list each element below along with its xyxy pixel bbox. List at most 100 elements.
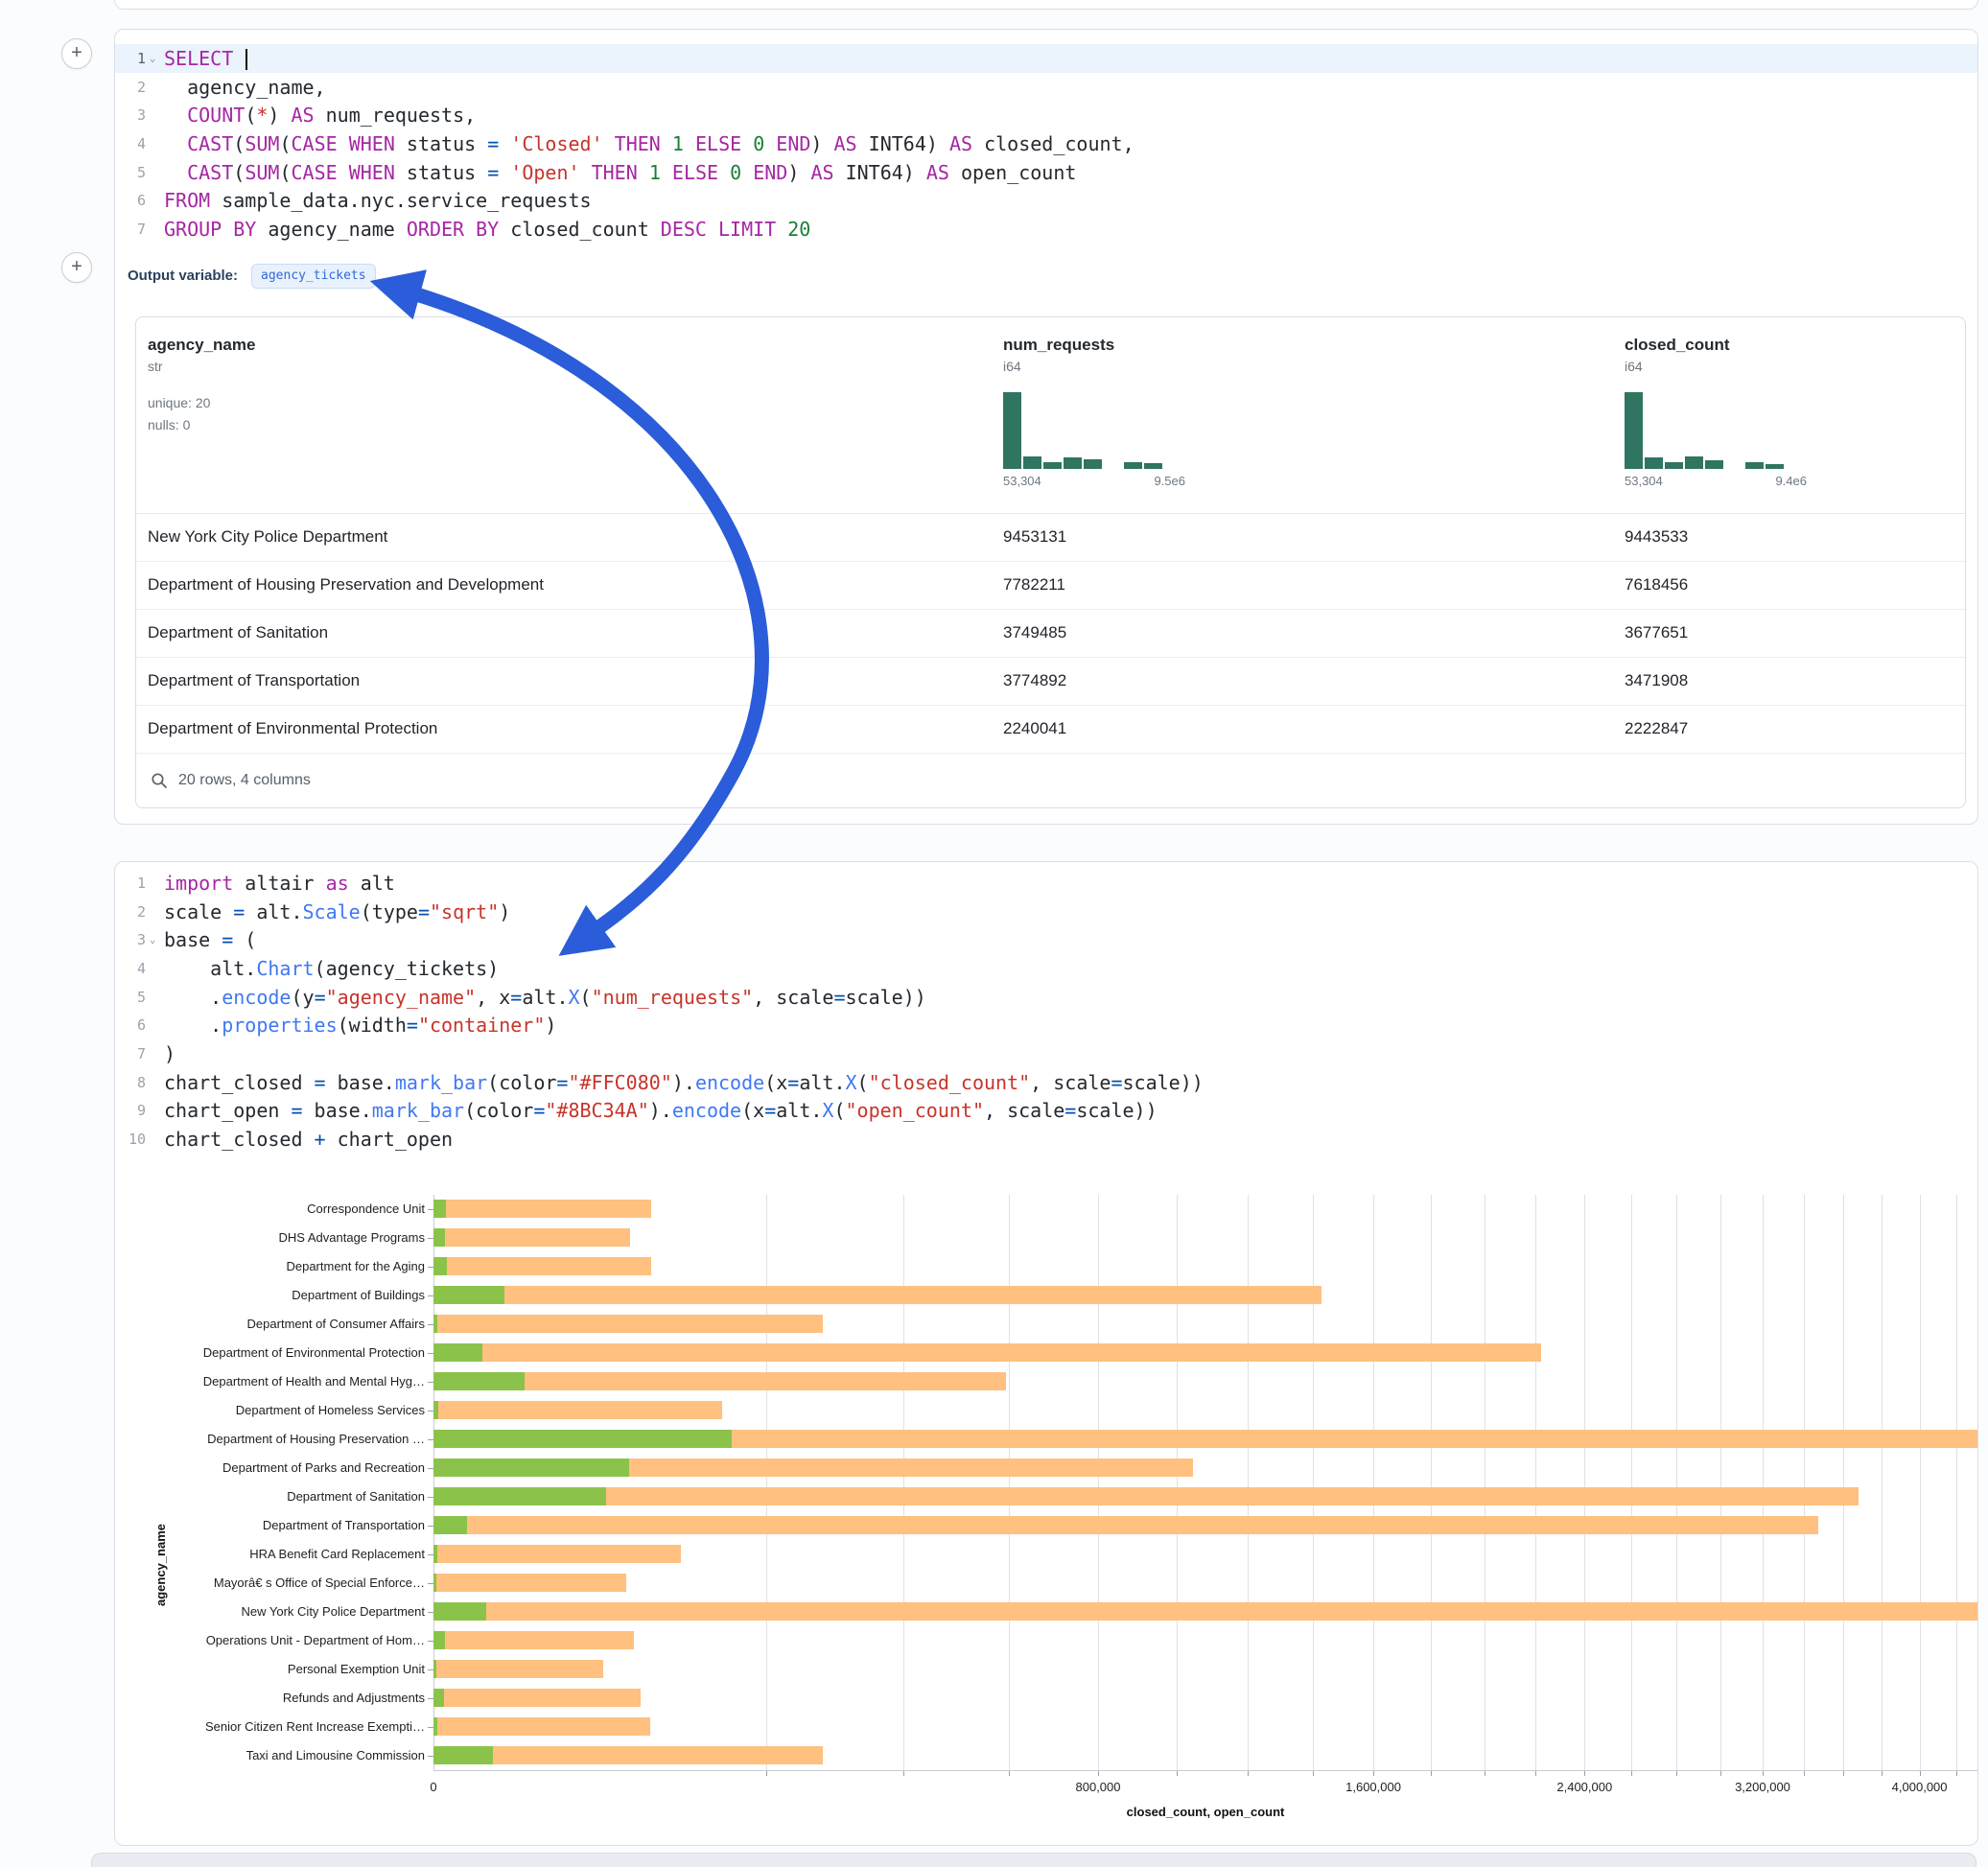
next-cell-edge[interactable] (91, 1853, 1976, 1867)
line-number: 10 (115, 1131, 146, 1148)
code-token: encode (222, 986, 291, 1009)
gridline (1882, 1195, 1883, 1770)
code-line[interactable]: 1⌄SELECT (115, 44, 1977, 73)
bar-open (433, 1602, 486, 1621)
text-caret (246, 49, 247, 70)
add-cell-button-top[interactable]: + (61, 38, 92, 69)
histogram-bar (1705, 460, 1723, 469)
gridline (1009, 1195, 1010, 1770)
column-type: i64 (1625, 358, 1965, 375)
code-token: Scale (303, 900, 361, 923)
line-number-gutter: 9 (115, 1102, 159, 1119)
table-cell: 3471908 (1625, 671, 1965, 690)
histogram-min-label: 53,304 (1003, 473, 1041, 490)
code-token: 1 (672, 132, 684, 155)
previous-cell-edge (114, 0, 1978, 10)
code-token: "num_requests" (592, 986, 754, 1009)
column-type: str (148, 358, 1003, 375)
code-text: COUNT(*) AS num_requests, (159, 104, 476, 127)
code-line[interactable]: 5 .encode(y="agency_name", x=alt.X("num_… (115, 983, 1977, 1012)
gridline (1098, 1195, 1099, 1770)
fold-chevron-icon[interactable]: ⌄ (146, 933, 159, 946)
code-token: = (787, 1071, 799, 1094)
code-line[interactable]: 8chart_closed = base.mark_bar(color="#FF… (115, 1068, 1977, 1097)
bar-closed (433, 1574, 626, 1592)
code-token: "#8BC34A" (545, 1099, 648, 1122)
table-cell: 3677651 (1625, 623, 1965, 642)
code-line[interactable]: 6 .properties(width="container") (115, 1011, 1977, 1039)
code-token: altair (233, 872, 325, 895)
column-header-closed_count[interactable]: closed_counti6453,3049.4e6 (1625, 335, 1965, 490)
code-token (776, 218, 787, 241)
code-line[interactable]: 3 COUNT(*) AS num_requests, (115, 101, 1977, 129)
column-type: i64 (1003, 358, 1625, 375)
code-line[interactable]: 1import altair as alt (115, 869, 1977, 898)
code-token: INT64) (834, 161, 926, 184)
y-axis-label: Operations Unit - Department of Hom… (118, 1633, 425, 1648)
y-axis-label: Mayorâ€ s Office of Special Enforce… (118, 1575, 425, 1591)
table-row[interactable]: Department of Housing Preservation and D… (136, 562, 1965, 610)
python-editor[interactable]: 1import altair as alt 2 scale = alt.Scale(… (115, 862, 1977, 1161)
code-token: 20 (787, 218, 810, 241)
code-token (707, 218, 718, 241)
code-token: X (569, 986, 580, 1009)
table-cell: Department of Environmental Protection (136, 719, 1003, 738)
code-token: , scale (1030, 1071, 1111, 1094)
x-axis-label: 2,400,000 (1527, 1780, 1642, 1794)
code-token: WHEN (349, 132, 395, 155)
histogram-bar (1124, 462, 1142, 469)
y-axis-tick (428, 1267, 433, 1268)
line-number-gutter: 7 (115, 1045, 159, 1062)
code-token (684, 132, 695, 155)
code-line[interactable]: 6FROM sample_data.nyc.service_requests (115, 186, 1977, 215)
code-line[interactable]: 4 alt.Chart(agency_tickets) (115, 954, 1977, 983)
code-token: 'Open' (510, 161, 579, 184)
column-header-num_requests[interactable]: num_requestsi6453,3049.5e6 (1003, 335, 1625, 490)
code-token: scale)) (846, 986, 926, 1009)
code-line[interactable]: 4 CAST(SUM(CASE WHEN status = 'Closed' T… (115, 129, 1977, 158)
code-text: scale = alt.Scale(type="sqrt") (159, 900, 510, 923)
y-axis-tick (428, 1382, 433, 1383)
code-line[interactable]: 7) (115, 1039, 1977, 1068)
histogram-bar (1144, 463, 1162, 469)
code-line[interactable]: 9chart_open = base.mark_bar(color="#8BC3… (115, 1097, 1977, 1126)
code-token (741, 161, 753, 184)
table-row[interactable]: Department of Sanitation37494853677651 (136, 610, 1965, 658)
code-line[interactable]: 10chart_closed + chart_open (115, 1125, 1977, 1154)
y-axis-tick (428, 1583, 433, 1584)
output-variable-chip[interactable]: agency_tickets (251, 264, 376, 289)
code-line[interactable]: 3⌄base = ( (115, 925, 1977, 954)
search-icon[interactable] (150, 771, 169, 790)
y-axis-label: HRA Benefit Card Replacement (118, 1547, 425, 1562)
code-token: ) (268, 104, 279, 127)
code-token: agency_name (256, 218, 407, 241)
code-token: = (222, 928, 233, 951)
table-row[interactable]: New York City Police Department945313194… (136, 514, 1965, 562)
y-axis-tick (428, 1468, 433, 1469)
code-token: ( (279, 132, 291, 155)
y-axis-tick (428, 1497, 433, 1498)
code-token: base. (303, 1099, 372, 1122)
code-line[interactable]: 2 agency_name, (115, 73, 1977, 102)
bar-closed (433, 1257, 651, 1275)
sql-editor[interactable]: 1⌄SELECT 2 agency_name,3 COUNT(*) AS num… (115, 30, 1977, 249)
code-token: (x (764, 1071, 787, 1094)
histogram-axis-labels: 53,3049.5e6 (1003, 473, 1185, 490)
add-cell-button-output[interactable]: + (61, 252, 92, 283)
code-token: "container" (418, 1014, 545, 1037)
code-token: LIMIT (718, 218, 776, 241)
y-axis-label: Department of Parks and Recreation (118, 1460, 425, 1476)
code-line[interactable]: 2 scale = alt.Scale(type="sqrt") (115, 898, 1977, 926)
table-row[interactable]: Department of Transportation377489234719… (136, 658, 1965, 706)
column-header-agency_name[interactable]: agency_namestrunique: 20nulls: 0 (136, 335, 1003, 490)
code-line[interactable]: 5 CAST(SUM(CASE WHEN status = 'Open' THE… (115, 158, 1977, 187)
code-token: = (1064, 1099, 1076, 1122)
code-line[interactable]: 7GROUP BY agency_name ORDER BY closed_co… (115, 215, 1977, 244)
fold-chevron-icon[interactable]: ⌄ (146, 52, 159, 65)
y-axis-tick (428, 1669, 433, 1670)
line-number: 2 (115, 903, 146, 921)
bar-closed (433, 1689, 641, 1707)
bar-open (433, 1286, 504, 1304)
table-row[interactable]: Department of Environmental Protection22… (136, 706, 1965, 754)
line-number-gutter: 1⌄ (115, 50, 159, 67)
